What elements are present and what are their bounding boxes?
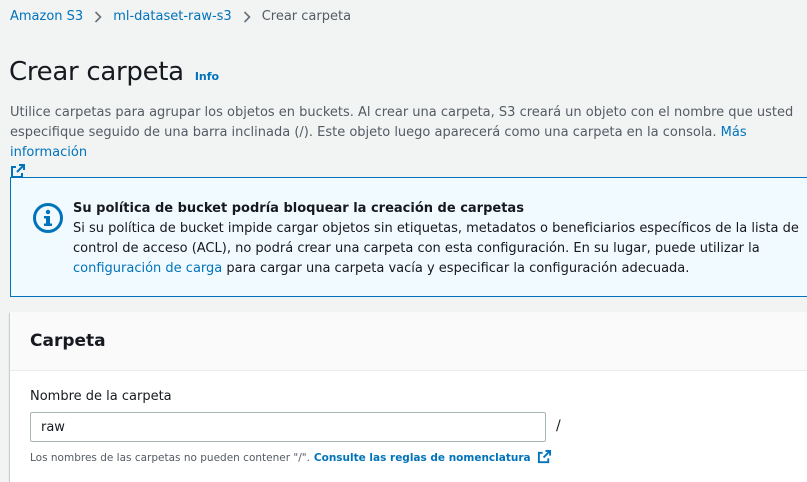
page-title: Crear carpeta [9,57,184,87]
naming-rules-link[interactable]: Consulte las reglas de nomenclatura [314,452,531,464]
info-circle-icon [32,202,64,238]
constraint-text: Los nombres de las carpetas no pueden co… [30,452,310,464]
info-link[interactable]: Info [195,70,219,83]
folder-name-input[interactable] [30,412,546,442]
description-text: Utilice carpetas para agrupar los objeto… [10,105,794,140]
chevron-right-icon [243,10,251,23]
panel-title: Carpeta [30,331,106,351]
folder-name-label: Nombre de la carpeta [30,389,172,404]
bucket-policy-alert: Su política de bucket podría bloquear la… [10,177,807,297]
panel-header: Carpeta [10,312,807,371]
alert-content: Su política de bucket podría bloquear la… [73,199,807,279]
folder-name-constraint: Los nombres de las carpetas no pueden co… [30,449,552,467]
alert-body: Si su política de bucket impide cargar o… [73,219,807,279]
page-description: Utilice carpetas para agrupar los objeto… [10,103,805,186]
page-header: Crear carpeta Info [9,57,219,87]
breadcrumb: Amazon S3 ml-dataset-raw-s3 Crear carpet… [10,9,351,24]
breadcrumb-bucket[interactable]: ml-dataset-raw-s3 [113,9,232,24]
folder-suffix: / [556,418,561,434]
alert-body-text-end: para cargar una carpeta vacía y especifi… [226,261,690,276]
folder-panel: Carpeta Nombre de la carpeta / Los nombr… [10,312,807,482]
alert-body-text: Si su política de bucket impide cargar o… [73,221,799,256]
breadcrumb-amazon-s3[interactable]: Amazon S3 [10,9,83,24]
external-link-icon[interactable] [537,449,552,467]
upload-settings-link[interactable]: configuración de carga [73,261,222,276]
alert-title: Su política de bucket podría bloquear la… [73,201,524,216]
breadcrumb-current: Crear carpeta [261,9,352,24]
chevron-right-icon [94,10,102,23]
